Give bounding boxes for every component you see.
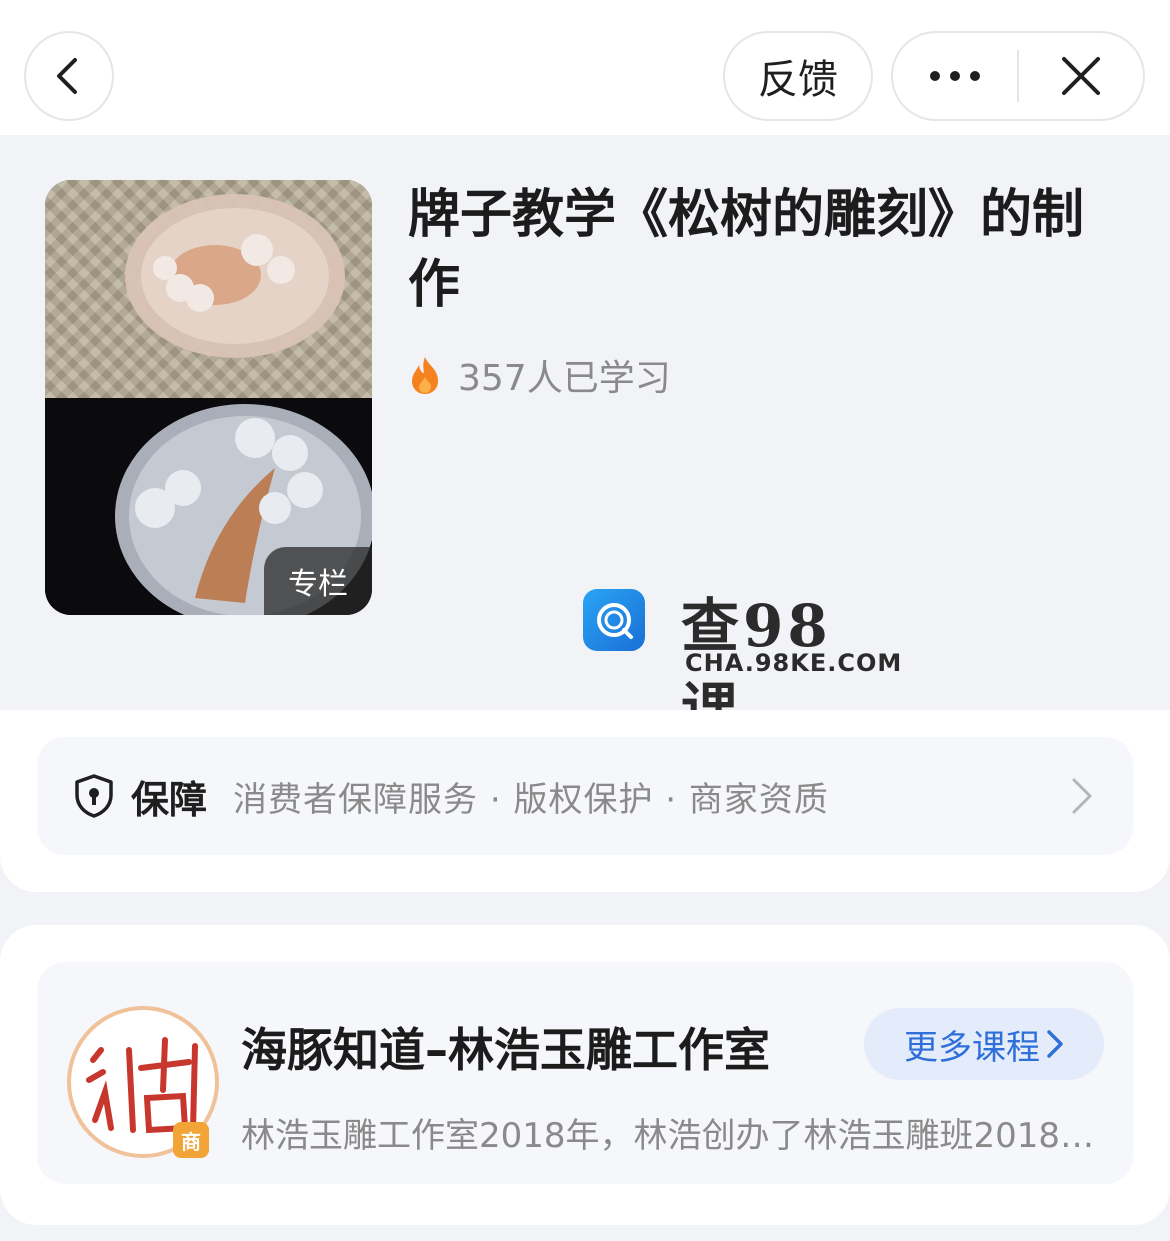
more-button[interactable] bbox=[893, 33, 1017, 119]
flame-icon bbox=[412, 357, 438, 394]
course-cover-image[interactable]: 专栏 bbox=[45, 180, 372, 615]
mini-program-capsule bbox=[891, 31, 1145, 121]
guarantee-row[interactable]: 保障 消费者保障服务 · 版权保护 · 商家资质 bbox=[37, 737, 1133, 855]
watermark-url: CHA.98KE.COM bbox=[685, 649, 903, 677]
close-button[interactable] bbox=[1019, 33, 1143, 119]
shop-card[interactable]: 商 海豚知道–林浩玉雕工作室 更多课程 林浩玉雕工作室2018年，林浩创办了林浩… bbox=[37, 962, 1133, 1184]
more-courses-button[interactable]: 更多课程 bbox=[864, 1008, 1104, 1080]
more-dots-icon bbox=[930, 71, 980, 81]
feedback-label: 反馈 bbox=[758, 57, 838, 103]
chevron-left-icon bbox=[57, 58, 77, 94]
chevron-right-icon bbox=[1047, 1030, 1063, 1058]
close-icon bbox=[1061, 57, 1100, 95]
guarantee-description: 消费者保障服务 · 版权保护 · 商家资质 bbox=[233, 779, 829, 820]
shop-name: 海豚知道–林浩玉雕工作室 bbox=[241, 1023, 770, 1077]
column-badge: 专栏 bbox=[264, 547, 372, 615]
guarantee-title: 保障 bbox=[131, 777, 208, 822]
course-title: 牌子教学《松树的雕刻》的制作 bbox=[408, 185, 1085, 315]
merchant-badge: 商 bbox=[173, 1122, 209, 1158]
more-courses-label: 更多课程 bbox=[904, 1027, 1040, 1068]
cover-photo-top bbox=[45, 180, 372, 398]
watermark-logo-icon bbox=[583, 589, 645, 651]
watermark: 查98课 CHA.98KE.COM bbox=[583, 585, 901, 744]
back-button[interactable] bbox=[24, 31, 114, 121]
shop-description: 林浩玉雕工作室2018年，林浩创办了林浩玉雕班2018年，林浩玉雕工作室 bbox=[241, 1116, 1101, 1156]
learners-count: 357人已学习 bbox=[408, 352, 671, 399]
learners-text: 357人已学习 bbox=[458, 358, 671, 399]
feedback-button[interactable]: 反馈 bbox=[723, 31, 873, 121]
shield-icon bbox=[75, 774, 113, 818]
chevron-right-icon bbox=[1072, 778, 1092, 814]
top-navigation-bar: 反馈 bbox=[0, 0, 1170, 135]
